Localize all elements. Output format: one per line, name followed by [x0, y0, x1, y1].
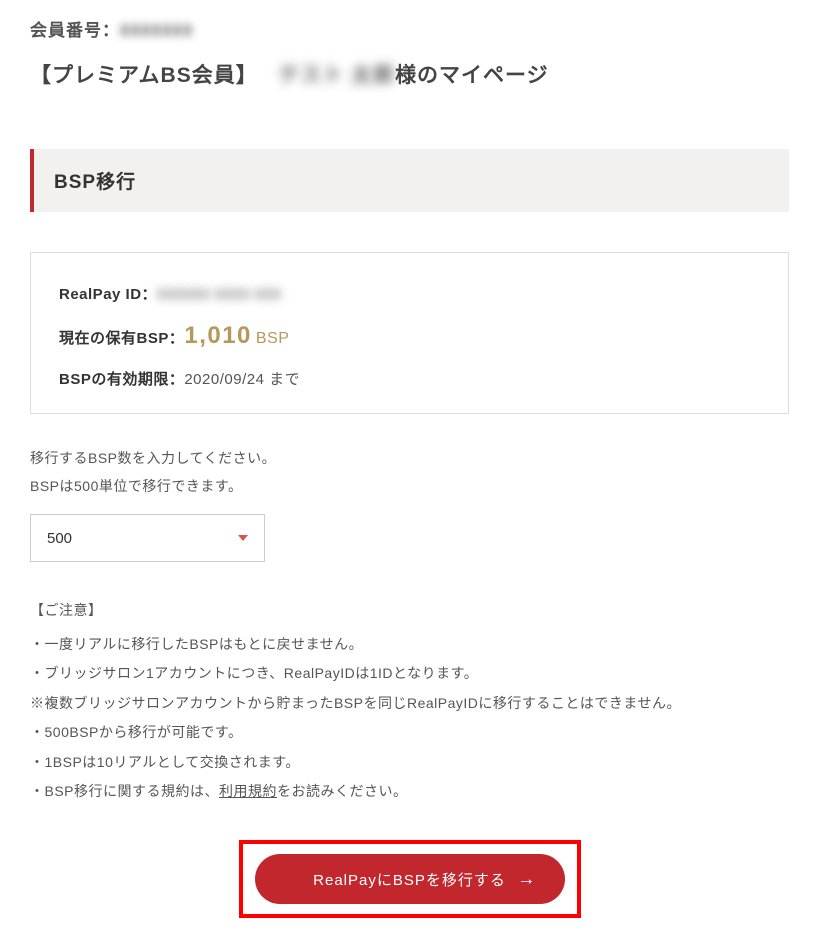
bsp-amount-select[interactable]: 500	[30, 514, 265, 562]
notice-line-6: ・BSP移行に関する規約は、利用規約をお読みください。	[30, 777, 789, 806]
button-container: RealPayにBSPを移行する →	[30, 840, 789, 918]
bsp-amount: 1,010	[184, 322, 252, 349]
section-title: BSP移行	[54, 167, 769, 194]
realpay-id-value: 000000 0000 000	[157, 286, 281, 303]
page-title: 【プレミアムBS会員】 テスト 太郎様のマイページ	[30, 59, 789, 89]
bsp-unit: BSP	[256, 330, 290, 347]
member-number-label: 会員番号：	[30, 21, 120, 40]
member-number-line: 会員番号：0000000	[30, 16, 789, 41]
member-info-block: 会員番号：0000000 【プレミアムBS会員】 テスト 太郎様のマイページ	[30, 16, 789, 89]
instruction-line-2: BSPは500単位で移行できます。	[30, 472, 789, 500]
instruction-line-1: 移行するBSP数を入力してください。	[30, 444, 789, 472]
transfer-button-label: RealPayにBSPを移行する	[313, 869, 506, 890]
notice-line-3: ※複数ブリッジサロンアカウントから貯まったBSPを同じRealPayIDに移行す…	[30, 689, 789, 718]
notice-line-4: ・500BSPから移行が可能です。	[30, 718, 789, 747]
arrow-right-icon: →	[518, 869, 537, 890]
notice-line-5: ・1BSPは10リアルとして交換されます。	[30, 748, 789, 777]
current-bsp-label: 現在の保有BSP：	[59, 330, 184, 347]
realpay-id-line: RealPay ID：000000 0000 000	[59, 283, 760, 304]
notice-list: ・一度リアルに移行したBSPはもとに戻せません。 ・ブリッジサロン1アカウントに…	[30, 630, 789, 806]
notice-line-1: ・一度リアルに移行したBSPはもとに戻せません。	[30, 630, 789, 659]
realpay-id-label: RealPay ID：	[59, 286, 157, 303]
bsp-info-box: RealPay ID：000000 0000 000 現在の保有BSP：1,01…	[30, 252, 789, 414]
bsp-expiry-label: BSPの有効期限：	[59, 371, 184, 388]
mypage-suffix: 様のマイページ	[395, 64, 549, 87]
transfer-instructions: 移行するBSP数を入力してください。 BSPは500単位で移行できます。	[30, 444, 789, 500]
notice-heading: 【ご注意】	[30, 600, 789, 620]
member-name: テスト 太郎	[278, 64, 395, 87]
section-header: BSP移行	[30, 149, 789, 212]
chevron-down-icon	[238, 535, 248, 541]
bsp-expiry-line: BSPの有効期限：2020/09/24 まで	[59, 368, 760, 389]
member-number-value: 0000000	[120, 21, 193, 40]
notice-line-2: ・ブリッジサロン1アカウントにつき、RealPayIDは1IDとなります。	[30, 659, 789, 688]
highlight-frame: RealPayにBSPを移行する →	[239, 840, 581, 918]
notice-line-6-pre: ・BSP移行に関する規約は、	[30, 783, 219, 799]
current-bsp-line: 現在の保有BSP：1,010BSP	[59, 322, 760, 350]
select-value: 500	[47, 530, 72, 547]
transfer-bsp-button[interactable]: RealPayにBSPを移行する →	[255, 854, 565, 904]
member-tier: 【プレミアムBS会員】	[30, 64, 258, 87]
terms-of-service-link[interactable]: 利用規約	[219, 783, 277, 799]
bsp-expiry-value: 2020/09/24 まで	[184, 371, 300, 388]
notice-line-6-post: をお読みください。	[277, 783, 408, 799]
